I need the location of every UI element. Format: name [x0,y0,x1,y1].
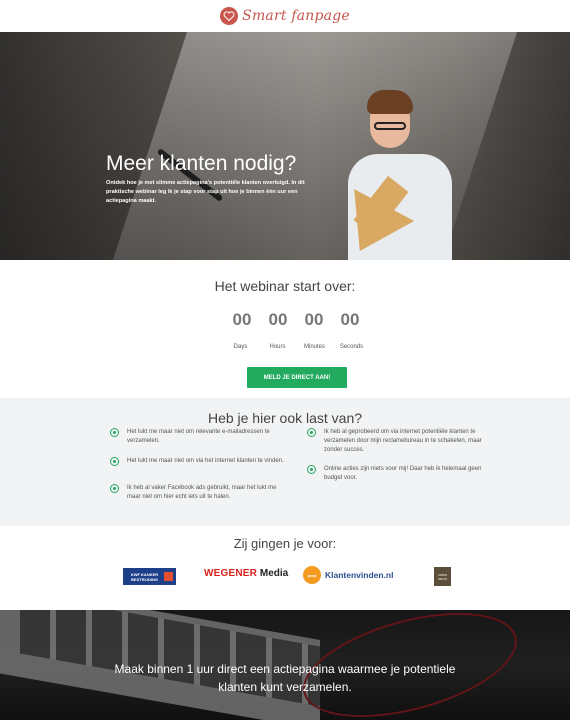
check-circle-icon [307,465,316,474]
footer-banner: Maak binnen 1 uur direct een actiepagina… [0,610,570,720]
logo-text: Smart fanpage [242,8,350,24]
kwf-logo: KWF KANKER BESTRIJDING [123,568,176,585]
list-item: Ik heb al vaker Facebook ads gebruikt, m… [110,484,290,502]
footer-text: Maak binnen 1 uur direct een actiepagina… [114,662,456,694]
countdown-labels: Days Hours Minutes Seconds [222,344,370,350]
hero-title: Meer klanten nodig? [106,152,297,175]
check-circle-icon [110,428,119,437]
problems-title: Heb je hier ook last van? [207,410,363,426]
hero-description: Ontdek hoe je met slimme actiepagina's p… [106,180,305,204]
countdown-days-label: Days [233,344,248,350]
check-circle-icon [110,484,119,493]
clients-title: Zij gingen je voor: [233,536,337,551]
countdown-title: Het webinar start over: [214,278,356,294]
klantenvinden-logo: post Klantenvinden.nl [303,566,393,584]
list-item: Online acties zijn niets voor mij! Daar … [307,465,487,483]
flag-icon [164,572,173,581]
countdown-minutes-value: 00 [304,310,324,329]
register-button[interactable]: MELD JE DIRECT AAN! [247,367,347,388]
clients-section: Zij gingen je voor: KWF KANKER BESTRIJDI… [0,526,570,610]
hero-banner: Meer klanten nodig? Ontdek hoe je met sl… [0,32,570,260]
countdown-section: Het webinar start over: 00 00 00 00 Days… [0,260,570,398]
open-deur-logo: OPEN DEUR [434,567,451,586]
countdown-hours-value: 00 [268,310,288,329]
countdown-days-value: 00 [232,310,252,329]
countdown-seconds-value: 00 [340,310,360,329]
list-item: Ik heb al geprobeerd om via internet pot… [307,428,487,455]
countdown-seconds-label: Seconds [339,344,364,350]
check-circle-icon [110,457,119,466]
list-item: Het lukt me maar niet om via het interne… [110,457,290,466]
hero-person-image [329,90,460,260]
logo[interactable]: Smart fanpage [220,7,350,25]
site-header: Smart fanpage [0,0,570,32]
heart-s-icon [220,7,239,25]
check-circle-icon [307,428,316,437]
problems-section: Heb je hier ook last van? Het lukt me ma… [0,398,570,526]
countdown-hours-label: Hours [269,344,286,350]
wegener-media-logo: WEGENER Media [204,568,289,579]
list-item: Het lukt me maar niet om relevante e-mai… [110,428,290,446]
countdown-values: 00 00 00 00 [228,310,364,330]
postnl-badge-icon: post [303,566,321,584]
countdown-minutes-label: Minutes [303,344,325,350]
